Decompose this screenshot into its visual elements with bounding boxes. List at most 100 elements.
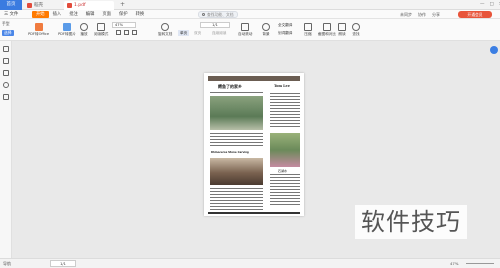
landscape-photo: [210, 96, 263, 130]
screenshot-icon: [322, 23, 331, 31]
ribbon-toolbar: 手型 选择 PDF转Office PDF转图片 播放 阅读模式 47% 旋转文档…: [0, 19, 500, 41]
title-bar: 首页 稻壳 1.pdf + — □ ✕: [0, 0, 500, 10]
text-line: [210, 136, 263, 137]
sync-status[interactable]: 未同步: [400, 10, 412, 19]
text-line: [210, 191, 263, 192]
collaborate-button[interactable]: 协作: [418, 10, 426, 19]
continuous-read-button[interactable]: 连续阅读: [212, 30, 226, 36]
find-icon: [352, 23, 360, 31]
text-line: [210, 139, 263, 140]
attachment-icon[interactable]: [3, 82, 9, 88]
docer-icon: [27, 3, 32, 8]
zoom-select[interactable]: 47%: [112, 22, 136, 28]
auto-scroll-icon: [241, 23, 250, 31]
tab-annotate[interactable]: 批注: [65, 10, 82, 19]
new-tab-button[interactable]: +: [120, 1, 125, 9]
text-line: [270, 174, 300, 175]
page-number-input[interactable]: 1/1: [200, 22, 230, 28]
read-mode-icon: [97, 23, 106, 31]
status-page-input[interactable]: 1/1: [50, 260, 76, 267]
share-button[interactable]: 分享: [432, 10, 440, 19]
tab-protect[interactable]: 保护: [115, 10, 132, 19]
read-aloud-icon: [338, 23, 346, 31]
screenshot-compare-button[interactable]: 截图和对比: [318, 19, 336, 36]
text-line: [270, 96, 300, 97]
text-line: [270, 177, 300, 178]
text-line: [270, 99, 300, 100]
read-mode-button[interactable]: 阅读模式: [94, 19, 108, 36]
compress-label: 压缩: [304, 32, 312, 36]
left-sidebar: [0, 41, 12, 258]
text-line: [270, 108, 300, 109]
status-zoom[interactable]: 47%: [450, 259, 458, 268]
watermark: 软件技巧: [355, 205, 467, 239]
text-line: [270, 126, 300, 127]
compress-button[interactable]: 压缩: [304, 19, 312, 36]
zoom-slider[interactable]: [466, 263, 494, 264]
bookmark-icon[interactable]: [3, 46, 9, 52]
read-mode-label: 阅读模式: [94, 32, 109, 36]
tab-docer[interactable]: 稻壳: [24, 1, 58, 10]
tab-pdf-document[interactable]: 1.pdf: [64, 1, 114, 10]
fit-page-icon[interactable]: [124, 30, 129, 35]
footer-rule: [208, 212, 300, 214]
rotate-label: 旋转文档: [158, 32, 173, 36]
text-line: [270, 195, 300, 196]
pdf-to-office-label: PDF转Office: [28, 32, 50, 36]
background-button[interactable]: 背景: [262, 19, 270, 36]
stone-carving-photo: [210, 158, 263, 185]
pdf-to-office-button[interactable]: PDF转Office: [28, 19, 49, 36]
play-icon: [80, 23, 88, 31]
text-line: [210, 133, 263, 134]
tab-convert[interactable]: 转换: [132, 10, 149, 19]
actual-size-icon[interactable]: [132, 30, 137, 35]
text-line: [210, 209, 263, 210]
upgrade-button[interactable]: 开通会员: [458, 11, 492, 18]
text-line: [270, 111, 300, 112]
text-line: [210, 197, 263, 198]
moon-icon: [262, 23, 270, 31]
hand-tool-button[interactable]: 手型: [2, 21, 10, 26]
search-icon: [202, 13, 205, 16]
rotate-button[interactable]: 旋转文档: [158, 19, 172, 36]
search-panel-icon[interactable]: [3, 94, 9, 100]
tab-pdf-label: 1.pdf: [74, 3, 86, 8]
text-line: [270, 204, 300, 205]
pdf-icon: [67, 3, 72, 8]
select-tool-button[interactable]: 选择: [2, 30, 14, 36]
maximize-icon[interactable]: □: [490, 1, 494, 9]
tab-start[interactable]: 开始: [32, 11, 49, 18]
floating-assistant-icon[interactable]: [490, 46, 498, 54]
auto-scroll-button[interactable]: 自动滚动: [238, 19, 252, 36]
word-translate-button[interactable]: 划词翻译: [278, 30, 292, 36]
comment-icon[interactable]: [3, 70, 9, 76]
full-translate-button[interactable]: 全文翻译: [278, 22, 292, 28]
tab-insert[interactable]: 插入: [49, 10, 66, 19]
fit-width-icon[interactable]: [116, 30, 121, 35]
tab-home[interactable]: 首页: [0, 0, 22, 10]
headline-right: Tom Lee: [274, 84, 290, 88]
text-line: [270, 198, 300, 199]
thumbnail-icon[interactable]: [3, 58, 9, 64]
play-button[interactable]: 播放: [80, 19, 88, 36]
text-line: [270, 123, 300, 124]
background-label: 背景: [262, 32, 270, 36]
double-page-button[interactable]: 双页: [194, 30, 201, 36]
read-aloud-button[interactable]: 朗读: [338, 19, 346, 36]
text-line: [270, 192, 300, 193]
tab-page[interactable]: 页面: [98, 10, 115, 19]
view-controls: [116, 30, 137, 35]
screenshot-compare-label: 截图和对比: [318, 32, 336, 36]
text-line: [270, 186, 300, 187]
tab-edit[interactable]: 编辑: [82, 10, 99, 19]
navigation-toggle[interactable]: 导航: [3, 259, 11, 268]
pdf-to-office-icon: [34, 23, 43, 31]
minimize-icon[interactable]: —: [480, 1, 485, 9]
pdf-to-image-button[interactable]: PDF转图片: [58, 19, 76, 36]
single-page-button[interactable]: 单页: [178, 30, 190, 36]
find-button[interactable]: 查找: [352, 19, 360, 36]
file-menu[interactable]: 三 文件: [4, 10, 18, 19]
auto-scroll-label: 自动滚动: [238, 32, 253, 36]
pdf-page: 鳄鱼了的家乡 Tom Lee Rhinoceros Stone Carving …: [204, 73, 304, 216]
text-line: [210, 92, 263, 93]
